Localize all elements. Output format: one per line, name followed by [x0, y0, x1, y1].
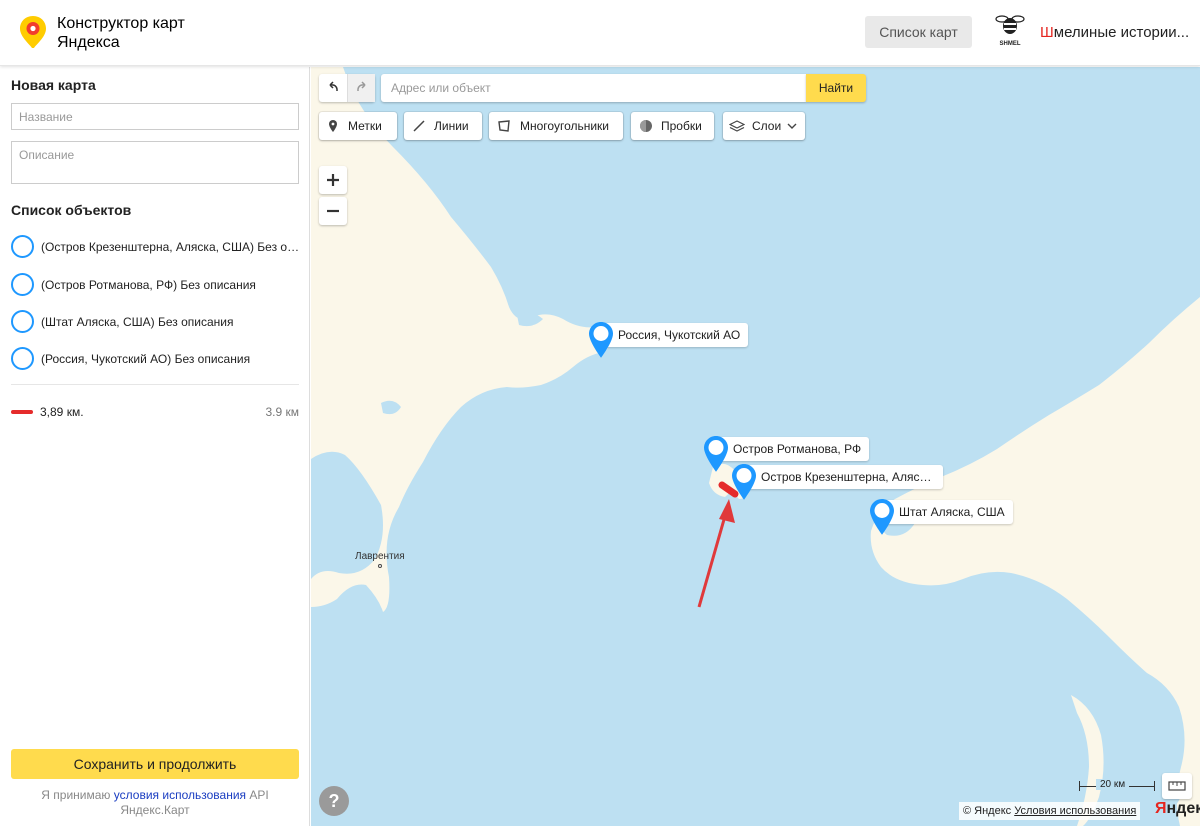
- app-title[interactable]: Конструктор карт Яндекса: [57, 14, 217, 52]
- sidebar: Новая карта Список объектов (Остров Крез…: [0, 67, 310, 826]
- traffic-button[interactable]: Пробки: [631, 112, 714, 140]
- placemark-circle-icon: [11, 235, 34, 258]
- placemark-label: Россия, Чукотский АО: [596, 323, 749, 347]
- line-object-distance: 3.9 км: [265, 405, 299, 419]
- placemark-pin-icon: [704, 436, 728, 472]
- copyright-text: © Яндекс: [963, 805, 1012, 817]
- logo-rest: ндекс: [1166, 800, 1200, 817]
- map-name-input[interactable]: [11, 103, 299, 130]
- objects-list-heading: Список объектов: [11, 202, 132, 218]
- maps-list-button[interactable]: Список карт: [865, 16, 972, 48]
- scale-label: 20 км: [1096, 779, 1130, 790]
- placemark-circle-icon: [11, 310, 34, 333]
- object-list-item[interactable]: (Штат Аляска, США) Без описания: [11, 310, 306, 334]
- placemark-pin-icon: [870, 499, 894, 535]
- object-list-item[interactable]: (Остров Ротманова, РФ) Без описания: [11, 273, 306, 297]
- place-label-lavrentiya: Лаврентия: [355, 551, 405, 562]
- placemark-label: Остров Крезенштерна, Аляска, США: [739, 465, 943, 489]
- placemark-pin-icon: [732, 464, 756, 500]
- user-name-first-letter: Ш: [1040, 24, 1054, 41]
- undo-button[interactable]: [319, 74, 347, 102]
- object-list-item[interactable]: (Россия, Чукотский АО) Без описания: [11, 347, 306, 371]
- arrow-head-icon: [719, 499, 735, 523]
- map-canvas[interactable]: Найти Метки Линии Многоугольники Пробки …: [311, 67, 1200, 826]
- placemark-circle-icon: [11, 347, 34, 370]
- terms-link[interactable]: условия использования: [114, 788, 246, 802]
- line-object-item[interactable]: 3,89 км. 3.9 км: [11, 404, 299, 420]
- placemarks-tool-button[interactable]: Метки: [319, 112, 397, 140]
- lines-tool-button[interactable]: Линии: [404, 112, 482, 140]
- tool-label: Многоугольники: [520, 119, 610, 133]
- settlement-dot-icon: [378, 564, 382, 568]
- zoom-out-button[interactable]: [319, 197, 347, 225]
- line-swatch-icon: [11, 410, 33, 414]
- line-object-label: 3,89 км.: [40, 405, 84, 419]
- user-name-rest: мелиные истории...: [1053, 24, 1190, 41]
- minus-icon: [327, 209, 339, 213]
- placemark-circle-icon: [11, 273, 34, 296]
- undo-redo-group: [319, 74, 375, 102]
- app-header: Конструктор карт Яндекса Список карт SHM…: [0, 0, 1200, 66]
- tool-label: Метки: [348, 119, 382, 133]
- undo-icon: [329, 81, 338, 91]
- user-avatar[interactable]: SHMEL: [994, 12, 1026, 48]
- address-search-input[interactable]: [381, 74, 806, 102]
- yandex-logo[interactable]: Яндекс: [1155, 800, 1200, 818]
- layers-button[interactable]: Слои: [723, 112, 805, 140]
- user-name[interactable]: Шмелиные истории...: [1040, 24, 1189, 41]
- divider: [11, 384, 299, 385]
- terms-text: Я принимаю условия использования API Янд…: [11, 788, 299, 818]
- terms-of-use-link[interactable]: Условия использования: [1014, 805, 1136, 817]
- object-list-item[interactable]: (Остров Крезенштерна, Аляска, США) Без о…: [11, 235, 306, 259]
- placemark-tool-icon: [329, 120, 337, 132]
- help-button[interactable]: ?: [319, 786, 349, 816]
- map-scale: 20 км: [1079, 779, 1155, 793]
- new-map-heading: Новая карта: [11, 77, 96, 93]
- avatar-caption: SHMEL: [1000, 41, 1021, 47]
- save-and-continue-button[interactable]: Сохранить и продолжить: [11, 749, 299, 779]
- object-label: (Остров Крезенштерна, Аляска, США) Без о…: [41, 240, 303, 254]
- object-label: (Россия, Чукотский АО) Без описания: [41, 352, 251, 366]
- tool-label: Линии: [434, 119, 469, 133]
- placemark-label: Штат Аляска, США: [877, 500, 1013, 524]
- redo-button[interactable]: [347, 74, 375, 102]
- tool-label: Слои: [752, 119, 782, 133]
- line-tool-icon: [413, 120, 425, 132]
- search-button[interactable]: Найти: [806, 74, 866, 102]
- logo-first-letter: Я: [1155, 800, 1167, 817]
- layers-icon: [729, 120, 745, 132]
- placemark-pin-icon: [589, 322, 613, 358]
- tool-label: Пробки: [661, 119, 702, 133]
- polygons-tool-button[interactable]: Многоугольники: [489, 112, 623, 140]
- chevron-down-icon: [787, 123, 797, 129]
- yandex-maps-logo-icon[interactable]: [18, 15, 48, 49]
- traffic-icon: [640, 120, 652, 132]
- redo-icon: [356, 81, 366, 91]
- ruler-button[interactable]: [1162, 773, 1192, 799]
- map-copyright: © Яндекс Условия использования: [959, 802, 1141, 820]
- ruler-icon: [1168, 781, 1186, 791]
- terms-prefix: Я принимаю: [41, 788, 111, 802]
- placemark-label: Остров Ротманова, РФ: [711, 437, 870, 461]
- zoom-in-button[interactable]: [319, 166, 347, 194]
- plus-icon: [327, 174, 339, 186]
- object-label: (Остров Ротманова, РФ) Без описания: [41, 278, 256, 292]
- map-description-input[interactable]: [11, 141, 299, 184]
- polygon-tool-icon: [498, 120, 510, 132]
- object-label: (Штат Аляска, США) Без описания: [41, 315, 234, 329]
